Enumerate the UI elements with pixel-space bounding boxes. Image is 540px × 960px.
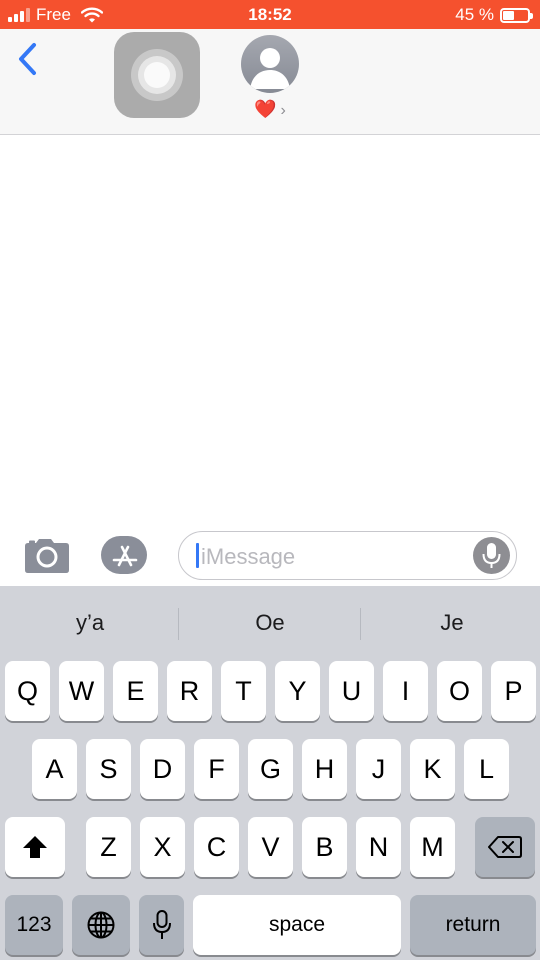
key-b[interactable]: B bbox=[302, 817, 347, 877]
key-p[interactable]: P bbox=[491, 661, 536, 721]
numbers-key[interactable]: 123 bbox=[5, 895, 63, 955]
chevron-right-icon: › bbox=[280, 102, 286, 119]
microphone-icon bbox=[152, 910, 171, 939]
chevron-left-icon[interactable] bbox=[14, 41, 46, 77]
key-y[interactable]: Y bbox=[275, 661, 320, 721]
space-key-label: space bbox=[268, 913, 326, 936]
app-store-icon bbox=[112, 545, 138, 567]
mic-key[interactable] bbox=[139, 895, 184, 955]
contact-name-label: ❤️ bbox=[254, 99, 277, 119]
key-x[interactable]: X bbox=[140, 817, 185, 877]
person-silhouette-icon bbox=[250, 48, 290, 89]
key-e[interactable]: E bbox=[113, 661, 158, 721]
key-r[interactable]: R bbox=[167, 661, 212, 721]
messages-screen: Free 18:52 45 % ❤️ › iMessage y’a Oe Je … bbox=[0, 0, 540, 960]
key-h[interactable]: H bbox=[302, 739, 347, 799]
key-t[interactable]: T bbox=[221, 661, 266, 721]
suggestion-divider bbox=[360, 608, 361, 640]
key-k[interactable]: K bbox=[410, 739, 455, 799]
camera-icon[interactable] bbox=[22, 536, 72, 576]
suggestion-2[interactable]: Oe bbox=[180, 610, 360, 636]
message-input[interactable]: iMessage bbox=[178, 531, 517, 580]
key-g[interactable]: G bbox=[248, 739, 293, 799]
key-q[interactable]: Q bbox=[5, 661, 50, 721]
dictation-button[interactable] bbox=[473, 537, 510, 574]
key-v[interactable]: V bbox=[248, 817, 293, 877]
key-j[interactable]: J bbox=[356, 739, 401, 799]
key-s[interactable]: S bbox=[86, 739, 131, 799]
key-l[interactable]: L bbox=[464, 739, 509, 799]
return-key[interactable]: return bbox=[410, 895, 536, 955]
shift-key[interactable] bbox=[5, 817, 65, 877]
key-n[interactable]: N bbox=[356, 817, 401, 877]
delete-backspace-icon bbox=[488, 836, 522, 858]
contact-avatar[interactable] bbox=[241, 35, 299, 93]
suggestion-3[interactable]: Je bbox=[362, 610, 540, 636]
key-i[interactable]: I bbox=[383, 661, 428, 721]
globe-key[interactable] bbox=[72, 895, 130, 955]
message-placeholder: iMessage bbox=[201, 544, 296, 569]
message-input-bar: iMessage bbox=[0, 528, 540, 586]
contact-name[interactable]: ❤️ › bbox=[0, 99, 540, 120]
key-a[interactable]: A bbox=[32, 739, 77, 799]
globe-icon bbox=[87, 911, 115, 939]
predictive-bar: y’a Oe Je bbox=[0, 586, 540, 660]
status-bar: Free 18:52 45 % bbox=[0, 0, 540, 29]
suggestion-1[interactable]: y’a bbox=[0, 610, 180, 636]
battery-fill bbox=[503, 10, 514, 20]
battery-icon bbox=[500, 7, 533, 23]
key-f[interactable]: F bbox=[194, 739, 239, 799]
message-thread bbox=[0, 135, 540, 528]
assistive-touch-button[interactable] bbox=[114, 32, 200, 118]
key-c[interactable]: C bbox=[194, 817, 239, 877]
status-right: 45 % bbox=[455, 5, 533, 25]
key-m[interactable]: M bbox=[410, 817, 455, 877]
key-d[interactable]: D bbox=[140, 739, 185, 799]
key-w[interactable]: W bbox=[59, 661, 104, 721]
conversation-header: ❤️ › bbox=[0, 29, 540, 135]
space-key[interactable]: space bbox=[193, 895, 401, 955]
key-u[interactable]: U bbox=[329, 661, 374, 721]
key-z[interactable]: Z bbox=[86, 817, 131, 877]
microphone-icon bbox=[482, 543, 501, 568]
return-key-label: return bbox=[445, 913, 501, 936]
battery-percent: 45 % bbox=[455, 5, 494, 24]
suggestion-divider bbox=[178, 608, 179, 640]
shift-icon bbox=[23, 836, 47, 858]
keyboard: y’a Oe Je Q W E R T Y U I O P A S D F G … bbox=[0, 586, 540, 960]
key-o[interactable]: O bbox=[437, 661, 482, 721]
app-store-button[interactable] bbox=[101, 536, 151, 576]
text-cursor bbox=[196, 543, 199, 568]
numbers-key-label: 123 bbox=[16, 913, 52, 936]
delete-key[interactable] bbox=[475, 817, 535, 877]
